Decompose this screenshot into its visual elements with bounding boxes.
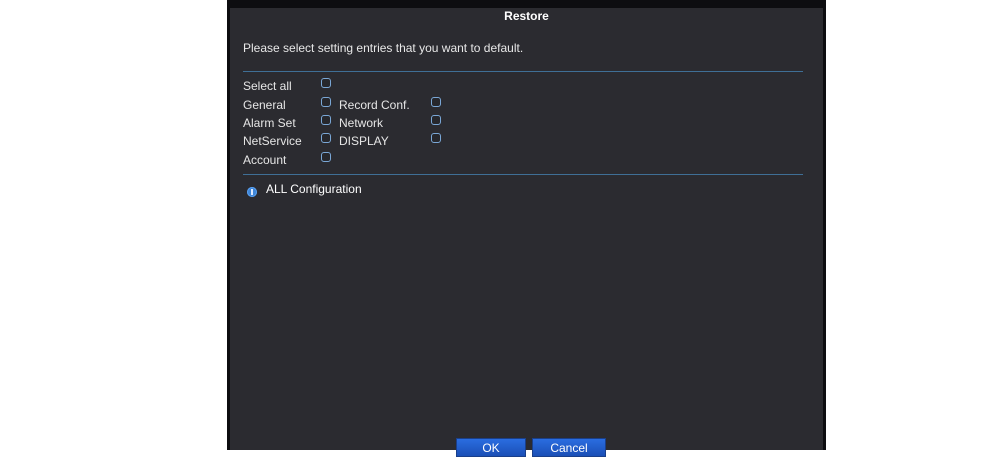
general-checkbox[interactable] — [321, 97, 331, 107]
ok-button[interactable]: OK — [456, 438, 526, 457]
alarm-set-checkbox[interactable] — [321, 115, 331, 125]
divider-bottom — [243, 174, 803, 175]
record-conf-checkbox[interactable] — [431, 97, 441, 107]
info-text: ALL Configuration — [266, 182, 362, 196]
account-checkbox[interactable] — [321, 152, 331, 162]
select-all-label: Select all — [243, 79, 292, 93]
display-checkbox[interactable] — [431, 133, 441, 143]
general-label: General — [243, 98, 286, 112]
alarm-set-label: Alarm Set — [243, 116, 296, 130]
display-label: DISPLAY — [339, 134, 389, 148]
select-all-checkbox[interactable] — [321, 78, 331, 88]
info-icon — [247, 187, 257, 197]
netservice-label: NetService — [243, 134, 302, 148]
cancel-button[interactable]: Cancel — [532, 438, 606, 457]
instruction-text: Please select setting entries that you w… — [243, 41, 524, 55]
record-conf-label: Record Conf. — [339, 98, 410, 112]
network-label: Network — [339, 116, 384, 130]
restore-dialog: Restore Please select setting entries th… — [227, 0, 826, 457]
network-checkbox[interactable] — [431, 115, 441, 125]
account-label: Account — [243, 153, 287, 167]
divider-top — [243, 71, 803, 72]
netservice-checkbox[interactable] — [321, 133, 331, 143]
dialog-title: Restore — [504, 9, 549, 23]
